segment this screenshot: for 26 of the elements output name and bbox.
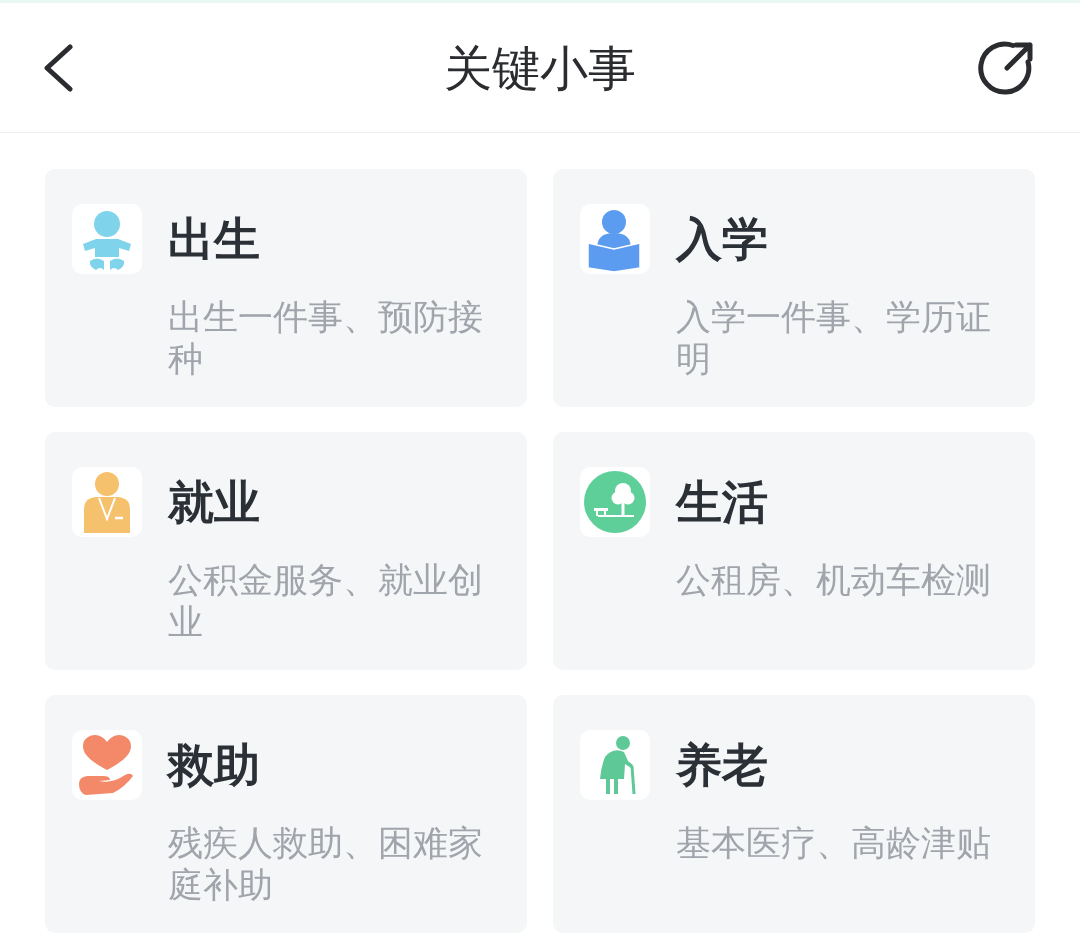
tree-bench-icon: [580, 467, 650, 537]
service-card[interactable]: 出生 出生一件事、预防接种: [45, 169, 527, 407]
service-card[interactable]: 入学 入学一件事、学历证明: [553, 169, 1035, 407]
card-description: 公租房、机动车检测: [676, 559, 992, 601]
card-title: 就业: [168, 474, 261, 530]
card-title: 入学: [676, 211, 769, 267]
elderly-person-icon: [580, 730, 650, 800]
service-card[interactable]: 救助 残疾人救助、困难家庭补助: [45, 695, 527, 933]
card-description: 出生一件事、预防接种: [168, 296, 484, 380]
card-title: 养老: [676, 737, 769, 793]
back-icon[interactable]: [42, 43, 76, 92]
card-title: 生活: [676, 474, 769, 530]
service-card[interactable]: 生活 公租房、机动车检测: [553, 432, 1035, 670]
card-description: 残疾人救助、困难家庭补助: [168, 822, 484, 906]
reader-icon: [580, 204, 650, 274]
service-card[interactable]: 养老 基本医疗、高龄津贴: [553, 695, 1035, 933]
person-in-suit-icon: [72, 467, 142, 537]
card-description: 入学一件事、学历证明: [676, 296, 992, 380]
card-description: 基本医疗、高龄津贴: [676, 822, 992, 864]
card-title: 出生: [168, 211, 261, 267]
service-card[interactable]: 就业 公积金服务、就业创业: [45, 432, 527, 670]
card-description: 公积金服务、就业创业: [168, 559, 484, 643]
page-title: 关键小事: [444, 38, 636, 98]
card-title: 救助: [168, 737, 261, 793]
heart-in-hand-icon: [72, 730, 142, 800]
baby-icon: [72, 204, 142, 274]
